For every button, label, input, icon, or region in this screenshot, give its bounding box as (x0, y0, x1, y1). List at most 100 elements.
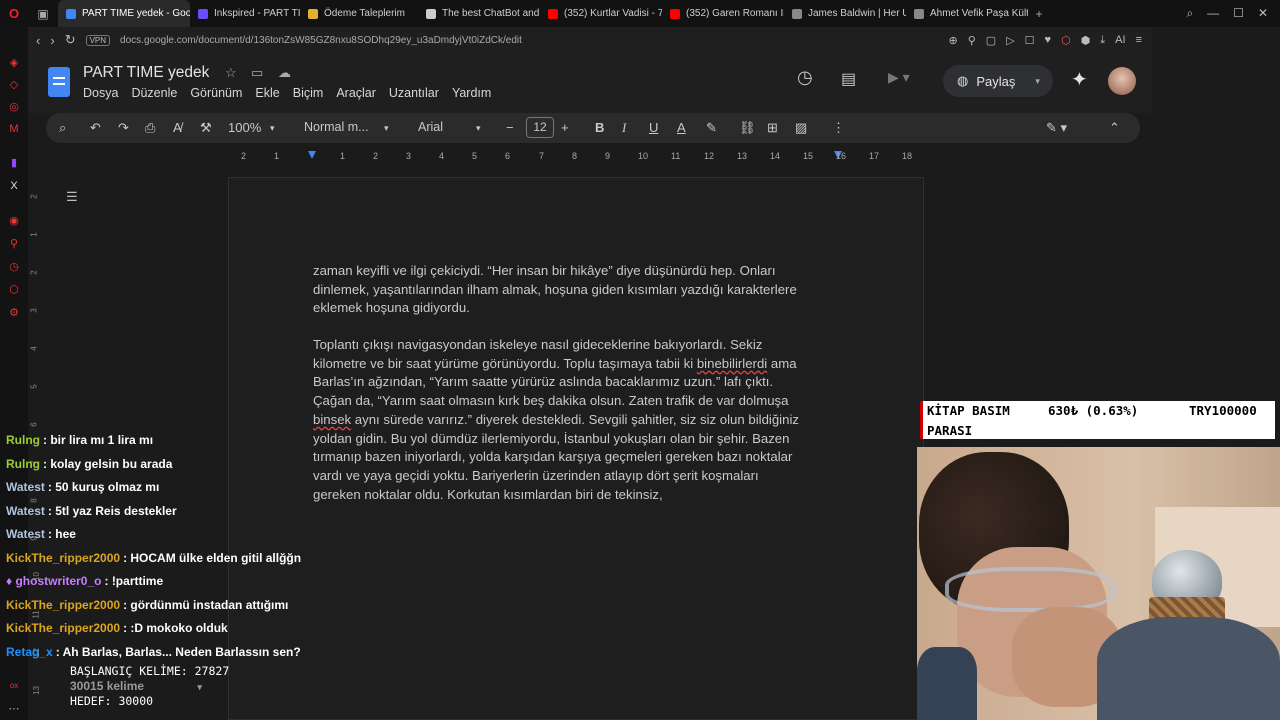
messenger-icon[interactable]: ◇ (8, 79, 20, 91)
pin-icon[interactable]: ⚲ (968, 34, 976, 47)
play-icon[interactable]: ▷ (1006, 34, 1014, 47)
gmail-icon[interactable]: M (8, 123, 20, 135)
tab-favicon-icon (792, 8, 802, 19)
tab[interactable]: (352) Garen Romanı In (662, 0, 784, 27)
tab[interactable]: PART TIME yedek - Goog (58, 0, 190, 27)
menu-item[interactable]: Dosya (83, 86, 118, 100)
menu-item[interactable]: Ekle (255, 86, 279, 100)
highlight-icon[interactable]: ✎ (706, 120, 717, 136)
star-icon[interactable]: ☆ (225, 65, 237, 81)
menu-item[interactable]: Görünüm (190, 86, 242, 100)
word-count-dropdown-icon[interactable]: ▾ (197, 682, 202, 692)
bold-icon[interactable]: B (595, 120, 604, 135)
settings-icon[interactable]: ⚙ (8, 307, 20, 319)
player-icon[interactable]: ◉ (8, 215, 20, 227)
menu-item[interactable]: Uzantılar (389, 86, 439, 100)
back-icon[interactable]: ‹ (36, 33, 40, 48)
comments-icon[interactable]: ▤ (841, 69, 856, 89)
minimize-icon[interactable]: — (1207, 6, 1219, 21)
meet-icon[interactable]: ▶ ▾ (888, 69, 910, 86)
download-icon[interactable]: ⤓ (1100, 34, 1105, 47)
tab[interactable]: Ödeme Taleplerim (300, 0, 418, 27)
history-icon[interactable]: ◷ (8, 261, 20, 273)
tab[interactable]: James Baldwin | Her U (784, 0, 906, 27)
avatar[interactable] (1108, 67, 1136, 95)
menu-item[interactable]: Yardım (452, 86, 491, 100)
more-tools-icon[interactable]: ⋮ (832, 120, 845, 136)
insert-link-icon[interactable]: ⛓ (739, 120, 756, 136)
cloud-status-icon[interactable]: ☁ (278, 65, 291, 81)
cube-icon[interactable]: ⬡ (8, 284, 20, 296)
new-tab-icon[interactable]: + (1032, 7, 1046, 21)
menu-item[interactable]: Biçim (293, 86, 324, 100)
redo-icon[interactable]: ↷ (118, 120, 129, 136)
insert-image-icon[interactable]: ▨ (795, 120, 807, 136)
zoom-select[interactable]: 100% (228, 120, 261, 135)
forward-icon[interactable]: › (50, 33, 54, 48)
share-dropdown-icon[interactable]: ▾ (1035, 76, 1040, 87)
font-select[interactable]: Arial (418, 120, 443, 134)
menu-item[interactable]: Araçlar (336, 86, 376, 100)
tab[interactable]: The best ChatBot and (418, 0, 540, 27)
search-tabs-icon[interactable]: ⌕ (1186, 6, 1193, 21)
editing-mode-icon[interactable]: ✎ ▾ (1046, 120, 1067, 136)
misspelled-word[interactable]: binsek (313, 412, 351, 427)
docs-logo-icon[interactable] (48, 67, 70, 97)
text-color-icon[interactable]: A (677, 120, 686, 135)
pin-sidebar-icon[interactable]: ⚲ (8, 238, 20, 250)
whatsapp-icon[interactable]: ◎ (8, 101, 20, 113)
close-window-icon[interactable]: ✕ (1258, 6, 1268, 21)
misspelled-word[interactable]: binebilirlerdi (697, 356, 767, 371)
left-indent-marker[interactable] (308, 151, 316, 159)
x-icon[interactable]: X (8, 180, 20, 192)
workspaces-icon[interactable]: ▣ (28, 7, 58, 21)
increase-font-icon[interactable]: + (561, 120, 569, 135)
tab[interactable]: Ahmet Vefik Paşa Kültü (906, 0, 1028, 27)
gemini-icon[interactable]: ✦ (1071, 67, 1088, 92)
font-dropdown-icon[interactable]: ▾ (476, 123, 481, 134)
wallet-icon[interactable]: ⬢ (1081, 34, 1091, 47)
zoom-dropdown-icon[interactable]: ▾ (270, 123, 275, 134)
snapshot-icon[interactable]: ▢ (986, 34, 996, 47)
collapse-menus-icon[interactable]: ⌃ (1109, 120, 1120, 136)
heart-icon[interactable]: ♥ (1045, 34, 1052, 47)
horizontal-ruler[interactable]: 2 1 1 2 3 4 5 6 7 8 9 10 11 12 13 14 15 16 17 18 (228, 148, 924, 166)
style-dropdown-icon[interactable]: ▾ (384, 123, 389, 134)
maximize-icon[interactable]: ☐ (1233, 6, 1244, 21)
paint-format-icon[interactable]: ⚒ (200, 120, 212, 136)
twitch-icon[interactable]: ▮ (8, 157, 20, 169)
menu-icon[interactable]: ≡ (1136, 34, 1142, 47)
paragraph[interactable]: Toplantı çıkışı navigasyondan iskeleye n… (313, 336, 833, 504)
tab[interactable]: (352) Kurtlar Vadisi - 7 (540, 0, 662, 27)
zoom-icon[interactable]: ⊕ (949, 34, 958, 47)
extensions-icon[interactable]: ⬡ (1061, 34, 1071, 47)
insert-comment-icon[interactable]: ⊞ (767, 120, 778, 136)
paragraph-style-select[interactable]: Normal m... (304, 120, 369, 134)
share-button[interactable]: ◍ Paylaş ▾ (943, 65, 1053, 97)
aria-icon[interactable]: ◈ (8, 57, 20, 69)
font-size-input[interactable]: 12 (526, 117, 554, 138)
move-folder-icon[interactable]: ▭ (251, 65, 263, 81)
reload-icon[interactable]: ↻ (65, 32, 76, 48)
search-menus-icon[interactable]: ⌕ (59, 120, 66, 136)
print-icon[interactable]: ⎙ (145, 120, 155, 136)
document-outline-icon[interactable]: ☰ (66, 189, 78, 205)
bookmark-icon[interactable]: ☐ (1025, 34, 1035, 47)
more-icon[interactable]: ⋯ (8, 703, 20, 715)
address-bar[interactable]: docs.google.com/document/d/136tonZsW85GZ… (120, 35, 522, 46)
chat-text: : bir lira mı 1 lira mı (43, 433, 154, 447)
opera-logo-icon[interactable]: O (0, 6, 28, 21)
vpn-badge[interactable]: VPN (85, 34, 111, 46)
document-title[interactable]: PART TIME yedek (83, 64, 209, 82)
tab[interactable]: Inkspired - PART TIME (190, 0, 300, 27)
spellcheck-icon[interactable]: A̸ (173, 120, 182, 135)
menu-item[interactable]: Düzenle (131, 86, 177, 100)
underline-icon[interactable]: U (649, 120, 658, 135)
undo-icon[interactable]: ↶ (90, 120, 101, 136)
ai-button[interactable]: AI (1115, 34, 1125, 47)
decrease-font-icon[interactable]: − (506, 120, 514, 135)
paragraph[interactable]: zaman keyifli ve ilgi çekiciydi. “Her in… (313, 262, 833, 318)
italic-icon[interactable]: I (622, 120, 626, 136)
word-count-chip[interactable]: 30015 kelime ▾ (70, 679, 290, 693)
version-history-icon[interactable]: ◷ (797, 67, 813, 88)
